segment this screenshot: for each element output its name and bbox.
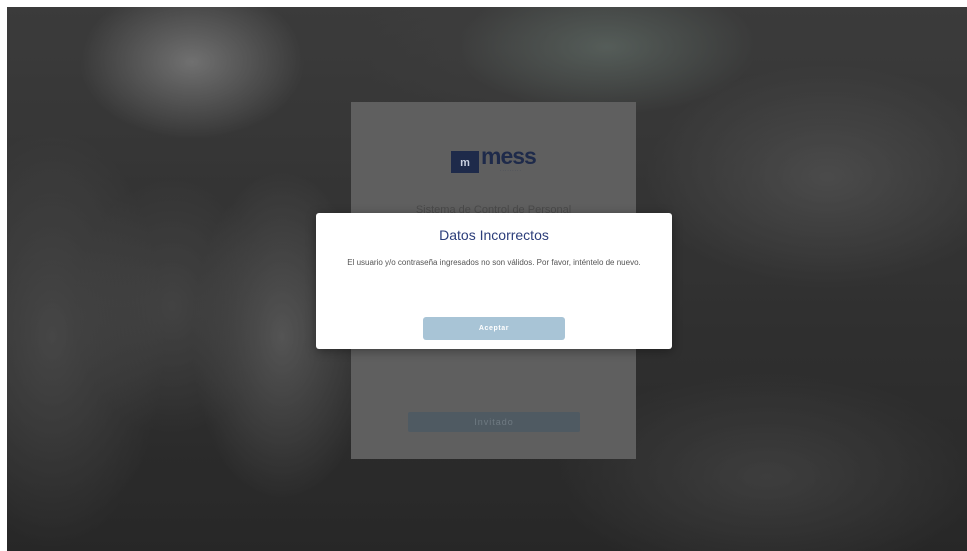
- app-frame: m mess · · · · · · · · · Sistema de Cont…: [7, 7, 967, 551]
- logo-wordmark: mess: [481, 143, 537, 169]
- dialog-message: El usuario y/o contraseña ingresados no …: [347, 258, 641, 267]
- logo-tagline: · · · · · · · · ·: [500, 168, 521, 173]
- guest-button[interactable]: Invitado: [408, 412, 580, 432]
- logo-mark: m: [451, 151, 479, 173]
- company-logo: m mess · · · · · · · · ·: [451, 142, 541, 173]
- dialog-title: Datos Incorrectos: [439, 227, 549, 243]
- accept-button[interactable]: Aceptar: [423, 317, 565, 340]
- error-dialog: Datos Incorrectos El usuario y/o contras…: [316, 213, 672, 349]
